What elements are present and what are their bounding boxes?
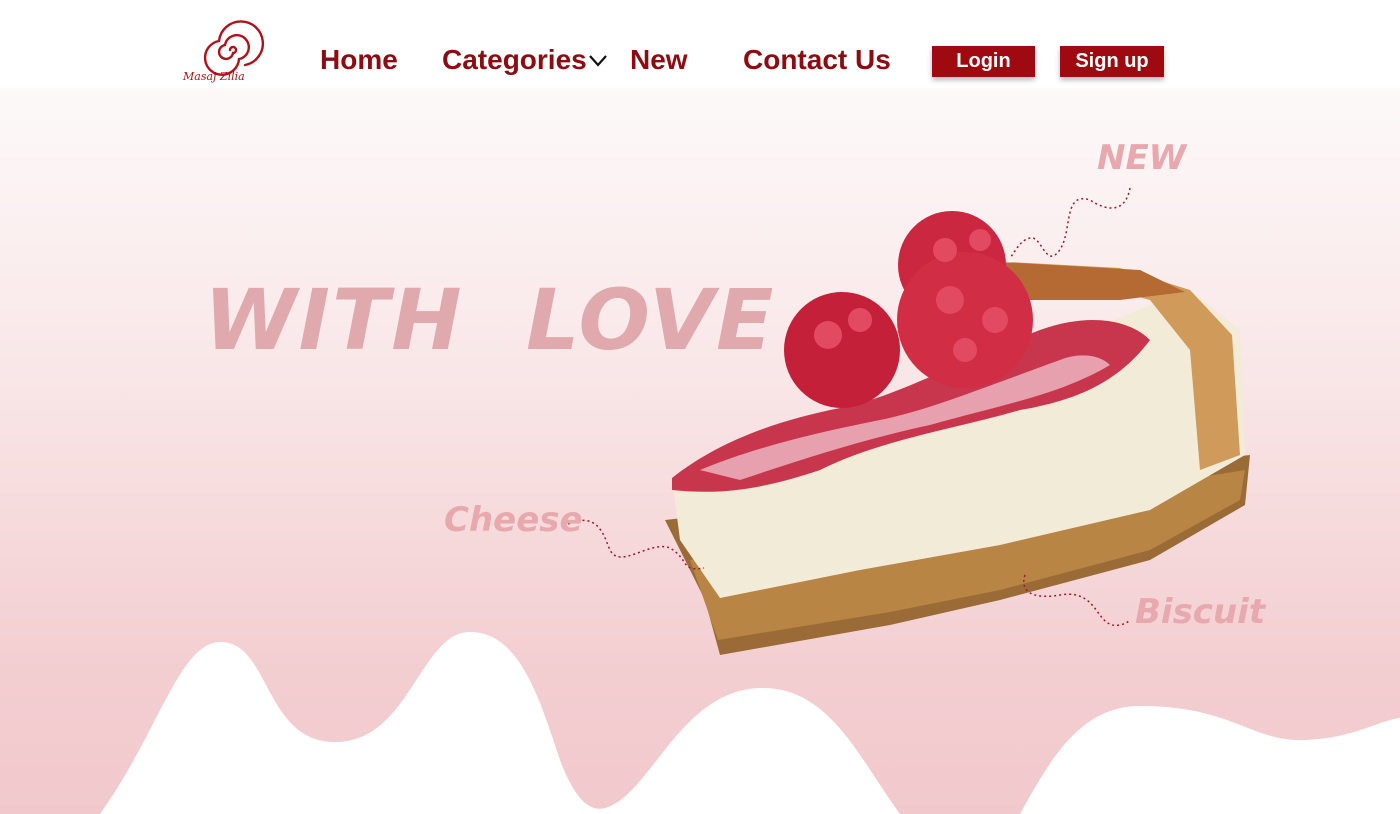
- hero-decor: [100, 187, 1400, 814]
- tag-biscuit: Biscuit: [1135, 592, 1266, 632]
- hero-headline: WITH LOVE: [204, 271, 776, 369]
- tag-cheese: Cheese: [444, 500, 583, 540]
- wave-shape: [100, 632, 1400, 814]
- tag-new: NEW: [1097, 138, 1187, 178]
